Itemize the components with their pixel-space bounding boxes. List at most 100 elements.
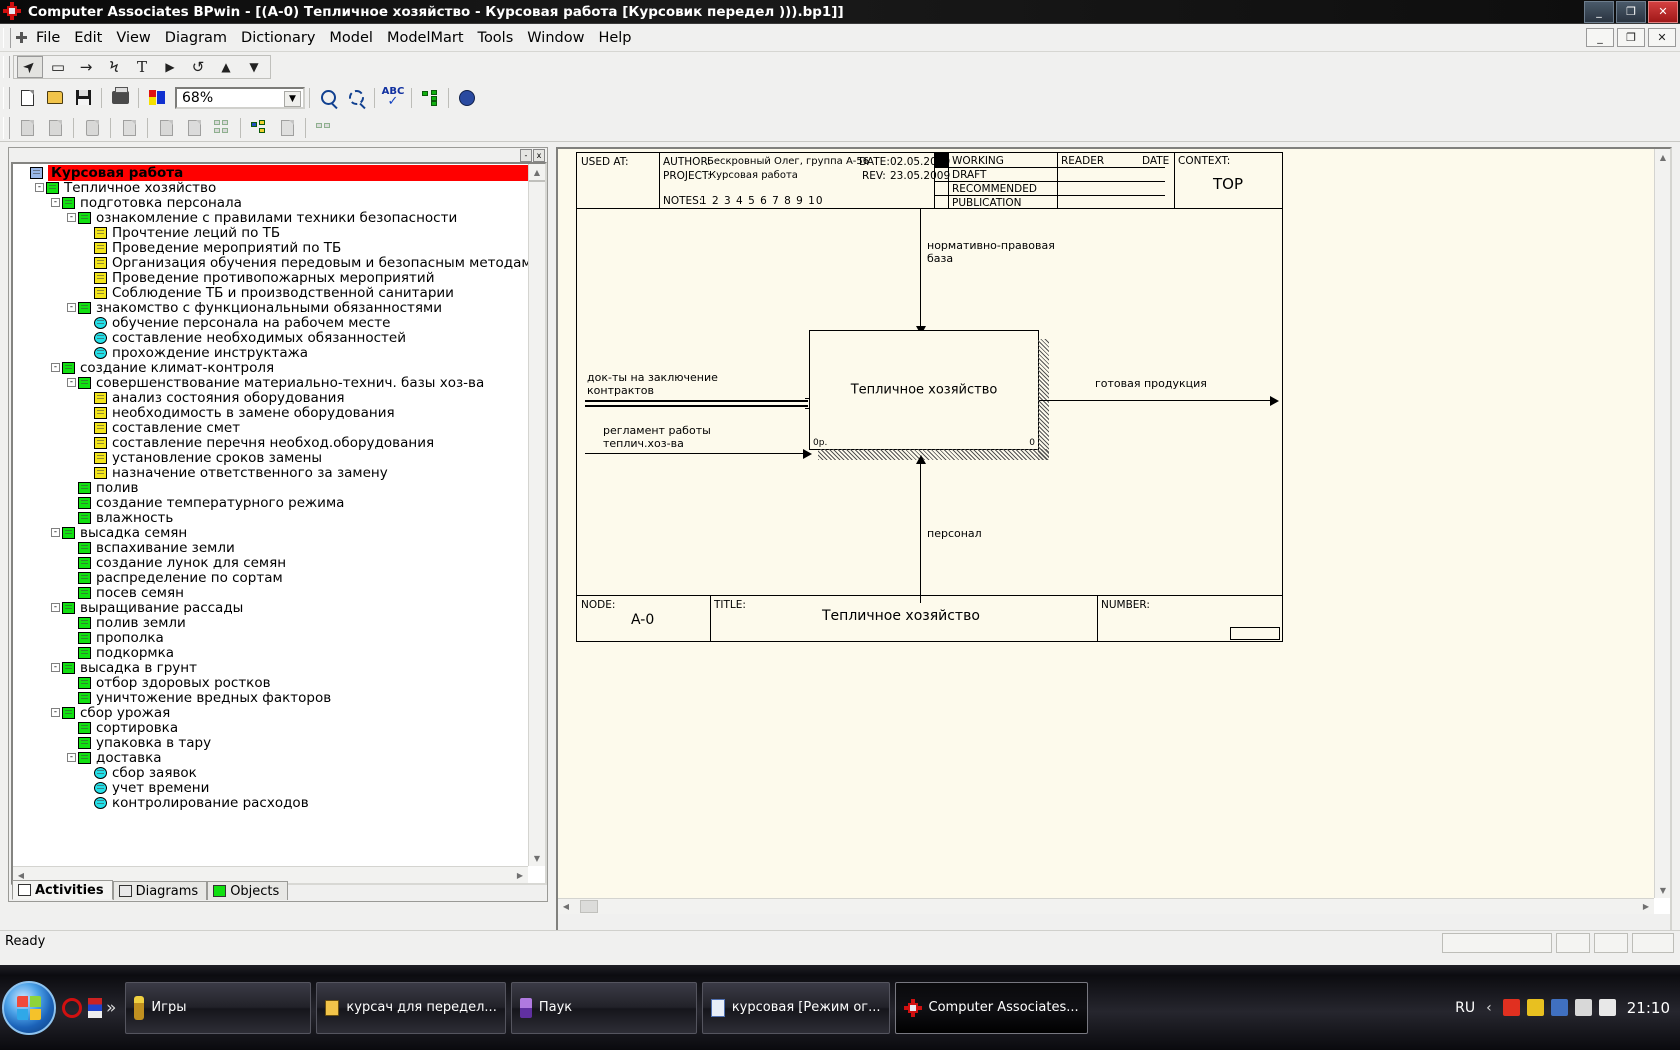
activity-box[interactable]: Тепличное хозяйство 0р. 0: [809, 330, 1039, 450]
move-down-tool[interactable]: ▼: [241, 56, 267, 78]
tree-item[interactable]: Прочтение леций по ТБ: [13, 225, 528, 240]
scroll-right-arrow[interactable]: ▶: [512, 867, 528, 883]
tree-item[interactable]: обучение персонала на рабочем месте: [13, 315, 528, 330]
save-button[interactable]: [70, 87, 96, 109]
move-up-tool[interactable]: ▲: [213, 56, 239, 78]
page-number-box[interactable]: [1230, 627, 1280, 640]
start-button[interactable]: [2, 981, 56, 1035]
tree-expander-collapse-icon[interactable]: -: [67, 213, 76, 222]
tree-vscroll-thumb[interactable]: [529, 180, 545, 182]
text-tool[interactable]: T: [129, 56, 155, 78]
tree-item[interactable]: установление сроков замены: [13, 450, 528, 465]
tree-item[interactable]: учет времени: [13, 780, 528, 795]
mechanism-personnel-arrow-line[interactable]: [920, 459, 921, 603]
window-restore-button[interactable]: ❐: [1616, 1, 1646, 23]
taskbar-button-bpwin[interactable]: Computer Associates...: [895, 982, 1088, 1034]
tree-item[interactable]: создание температурного режима: [13, 495, 528, 510]
canvas-vertical-scrollbar[interactable]: ▲ ▼: [1654, 149, 1670, 898]
canvas-scroll-down-arrow[interactable]: ▼: [1655, 882, 1671, 898]
tree-item[interactable]: создание лунок для семян: [13, 555, 528, 570]
spell-check-button[interactable]: ABC✓: [380, 87, 406, 109]
tree-item[interactable]: -высадка в грунт: [13, 660, 528, 675]
quick-launch-overflow-button[interactable]: »: [106, 998, 116, 1018]
usb-icon[interactable]: [1575, 999, 1592, 1016]
tree-expander-collapse-icon[interactable]: -: [51, 528, 60, 537]
tree-item[interactable]: Проведение противопожарных мероприятий: [13, 270, 528, 285]
rotate-tool[interactable]: ↺: [185, 56, 211, 78]
taskbar-button-games[interactable]: Игры: [125, 982, 311, 1034]
antivirus-icon[interactable]: [1503, 999, 1520, 1016]
mdi-restore-button[interactable]: ❐: [1617, 28, 1645, 47]
tree-item[interactable]: составление необходимых обязанностей: [13, 330, 528, 345]
taskbar-clock[interactable]: 21:10: [1623, 999, 1670, 1017]
fit-to-window-button[interactable]: [343, 87, 369, 109]
tree-item[interactable]: анализ состояния оборудования: [13, 390, 528, 405]
arrow-tool[interactable]: →: [73, 56, 99, 78]
menu-item-model[interactable]: Model: [322, 27, 380, 49]
explorer-close-button[interactable]: x: [533, 149, 545, 162]
explorer-minimize-button[interactable]: -: [520, 149, 532, 162]
zoom-in-button[interactable]: [315, 87, 341, 109]
tree-item[interactable]: составление перечня необход.оборудования: [13, 435, 528, 450]
tab-diagrams[interactable]: Diagrams: [113, 881, 208, 900]
tree-item[interactable]: -доставка: [13, 750, 528, 765]
language-indicator[interactable]: RU: [1455, 1000, 1475, 1016]
arrow-segment-tool[interactable]: ▶: [157, 56, 183, 78]
open-button[interactable]: [42, 87, 68, 109]
tree-item[interactable]: подкормка: [13, 645, 528, 660]
input-regulations-arrow-line[interactable]: [585, 453, 807, 454]
volume-icon[interactable]: [1599, 999, 1616, 1016]
tree-item[interactable]: Организация обучения передовым и безопас…: [13, 255, 528, 270]
control-arrow-label[interactable]: нормативно-правовая база: [927, 239, 1055, 265]
print-button[interactable]: [107, 87, 133, 109]
menu-item-diagram[interactable]: Diagram: [158, 27, 234, 49]
colors-button[interactable]: [144, 87, 170, 109]
squiggle-tool[interactable]: Ϟ: [101, 56, 127, 78]
scroll-up-arrow[interactable]: ▲: [529, 164, 545, 180]
notes-numbers[interactable]: 1 2 3 4 5 6 7 8 9 10: [700, 195, 824, 207]
tree-item[interactable]: влажность: [13, 510, 528, 525]
tree-expander-collapse-icon[interactable]: -: [67, 303, 76, 312]
tree-item[interactable]: прополка: [13, 630, 528, 645]
tree-expander-collapse-icon[interactable]: -: [51, 663, 60, 672]
mdi-close-button[interactable]: ✕: [1648, 28, 1676, 47]
media-icon[interactable]: [88, 998, 102, 1018]
modelmart-connect-button[interactable]: [246, 117, 272, 139]
tree-expander-collapse-icon[interactable]: -: [67, 753, 76, 762]
pointer-tool[interactable]: ➤: [17, 56, 43, 78]
tree-item[interactable]: сортировка: [13, 720, 528, 735]
canvas-scroll-right-arrow[interactable]: ▶: [1638, 899, 1654, 915]
tree-expander-collapse-icon[interactable]: -: [51, 363, 60, 372]
toolbar-grip[interactable]: [3, 56, 10, 78]
menu-item-tools[interactable]: Tools: [471, 27, 521, 49]
tree-item[interactable]: -создание климат-контроля: [13, 360, 528, 375]
tree-item[interactable]: упаковка в тару: [13, 735, 528, 750]
canvas-horizontal-scrollbar[interactable]: ◀ ▶: [558, 898, 1654, 914]
shield-icon[interactable]: [1527, 999, 1544, 1016]
menu-item-edit[interactable]: Edit: [67, 27, 109, 49]
tree-item[interactable]: -подготовка персонала: [13, 195, 528, 210]
tree-item[interactable]: Проведение мероприятий по ТБ: [13, 240, 528, 255]
menu-item-help[interactable]: Help: [591, 27, 638, 49]
tree-expander-collapse-icon[interactable]: -: [35, 183, 44, 192]
tree-expander-collapse-icon[interactable]: -: [51, 708, 60, 717]
network-icon[interactable]: [1551, 999, 1568, 1016]
output-product-arrow-label[interactable]: готовая продукция: [1095, 377, 1207, 390]
tree-item[interactable]: полив: [13, 480, 528, 495]
tree-item[interactable]: отбор здоровых ростков: [13, 675, 528, 690]
input-documents-arrow-label[interactable]: док-ты на заключение контрактов: [587, 371, 718, 397]
menubar-grip[interactable]: [3, 28, 11, 48]
scroll-down-arrow[interactable]: ▼: [529, 850, 545, 866]
tree-item[interactable]: вспахивание земли: [13, 540, 528, 555]
tree-item[interactable]: назначение ответственного за замену: [13, 465, 528, 480]
tree-item[interactable]: сбор заявок: [13, 765, 528, 780]
canvas-hscroll-thumb[interactable]: [580, 900, 598, 913]
report-button[interactable]: [454, 87, 480, 109]
tree-item[interactable]: посев семян: [13, 585, 528, 600]
zoom-level-combobox[interactable]: 68% ▼: [175, 87, 305, 109]
input-regulations-arrow-label[interactable]: регламент работы теплич.хоз-ва: [603, 424, 711, 450]
tree-item[interactable]: полив земли: [13, 615, 528, 630]
chevron-down-icon[interactable]: ▼: [284, 91, 301, 107]
menu-item-window[interactable]: Window: [520, 27, 591, 49]
tab-activities[interactable]: Activities: [12, 880, 113, 900]
